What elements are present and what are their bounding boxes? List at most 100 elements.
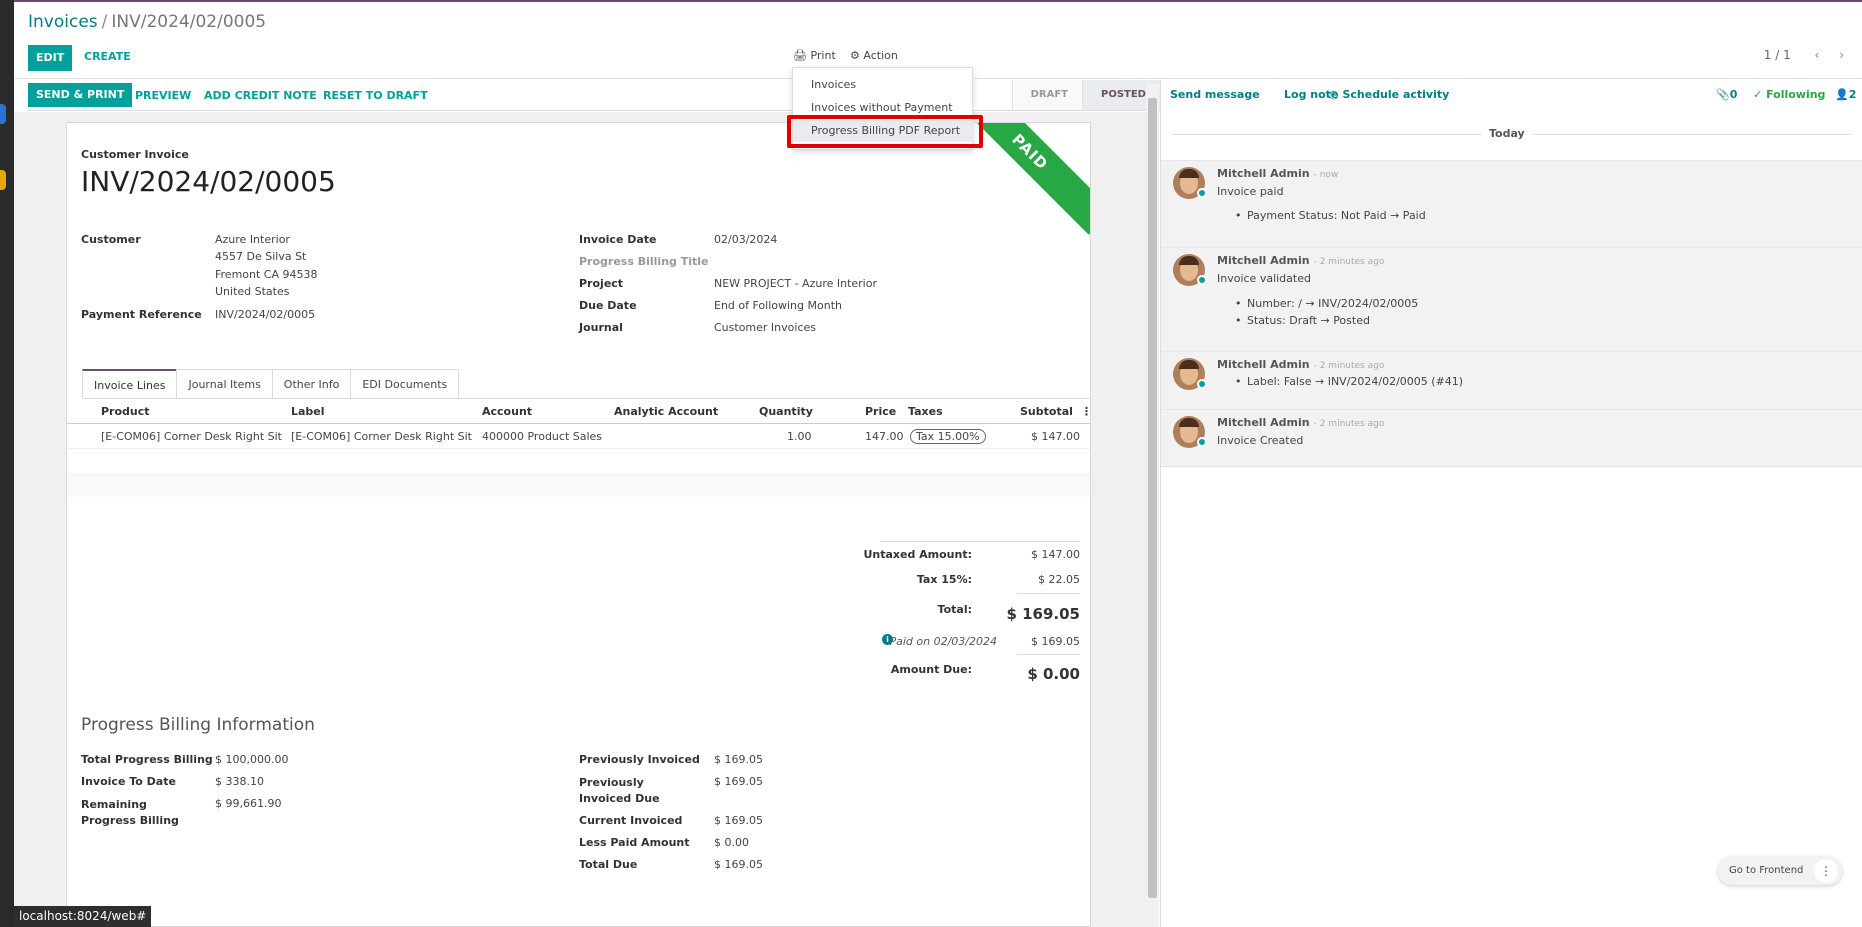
create-button[interactable]: CREATE — [84, 50, 131, 63]
address-line: United States — [215, 285, 290, 298]
attachments-count: 0 — [1729, 88, 1738, 101]
send-print-button[interactable]: SEND & PRINT — [28, 83, 133, 107]
preview-button[interactable]: PREVIEW — [135, 89, 191, 102]
column-header-taxes[interactable]: Taxes — [908, 405, 943, 418]
column-header-quantity[interactable]: Quantity — [759, 405, 813, 418]
message-author[interactable]: Mitchell Admin - 2 minutes ago — [1217, 416, 1384, 429]
progress-value: $ 169.05 — [714, 753, 763, 766]
due-date-value[interactable]: End of Following Month — [714, 299, 842, 312]
column-header-label[interactable]: Label — [291, 405, 325, 418]
highlight-box — [787, 115, 983, 148]
chatter-message: Mitchell Admin- now Invoice paid Payment… — [1161, 160, 1862, 247]
status-step-draft[interactable]: DRAFT — [1011, 80, 1082, 110]
scrollbar-thumb[interactable] — [1148, 98, 1157, 898]
schedule-activity-button[interactable]: ◷ Schedule activity — [1329, 88, 1449, 101]
online-status-icon — [1197, 188, 1207, 198]
column-header-price[interactable]: Price — [865, 405, 896, 418]
tab-invoice-lines[interactable]: Invoice Lines — [82, 369, 178, 398]
pager: 1 / 1 ‹ › — [1764, 48, 1844, 62]
tab-other-info[interactable]: Other Info — [271, 369, 352, 398]
project-label: Project — [579, 277, 624, 290]
progress-value: $ 169.05 — [714, 814, 763, 827]
more-options-icon[interactable]: ⋮ — [1814, 859, 1838, 883]
user-icon: 👤 — [1835, 88, 1849, 101]
column-header-analytic[interactable]: Analytic Account — [614, 405, 718, 418]
print-label: Print — [810, 49, 836, 62]
online-status-icon — [1197, 275, 1207, 285]
followers-button[interactable]: 👤2 — [1835, 88, 1856, 101]
payment-reference-value[interactable]: INV/2024/02/0005 — [215, 308, 315, 321]
progress-billing-title: Progress Billing Information — [81, 715, 315, 735]
edit-button[interactable]: EDIT — [28, 45, 73, 71]
status-url-tooltip: localhost:8024/web# — [14, 906, 152, 927]
message-author[interactable]: Mitchell Admin - 2 minutes ago — [1217, 358, 1384, 371]
send-message-button[interactable]: Send message — [1170, 88, 1260, 101]
reset-to-draft-button[interactable]: RESET TO DRAFT — [323, 89, 428, 102]
customer-link[interactable]: Azure Interior — [215, 233, 290, 246]
paid-amount: $ 169.05 — [1031, 635, 1080, 648]
breadcrumb-invoices-link[interactable]: Invoices — [28, 12, 98, 32]
today-label: Today — [1481, 127, 1533, 140]
paperclip-icon: 📎 — [1716, 88, 1730, 101]
tracking-value: Label: False → INV/2024/02/0005 (#41) — [1235, 375, 1463, 388]
cell-quantity: 1.00 — [787, 430, 812, 443]
payment-reference-label: Payment Reference — [81, 308, 202, 321]
column-header-product[interactable]: Product — [101, 405, 150, 418]
action-menu-toggle[interactable]: ⚙ Action — [850, 49, 898, 62]
invoice-sheet: PAID Customer Invoice INV/2024/02/0005 C… — [66, 122, 1091, 927]
menu-item-invoices[interactable]: Invoices — [793, 74, 974, 96]
chatter-message: Mitchell Admin - 2 minutes ago Invoice va… — [1161, 247, 1862, 351]
go-to-frontend-button[interactable]: Go to Frontend — [1729, 865, 1803, 876]
due-date-label: Due Date — [579, 299, 637, 312]
breadcrumb-separator: / — [101, 12, 108, 32]
cell-account: 400000 Product Sales — [482, 430, 603, 443]
message-author[interactable]: Mitchell Admin - now — [1217, 167, 1338, 180]
progress-value: $ 169.05 — [714, 775, 763, 788]
progress-value: $ 100,000.00 — [215, 753, 289, 766]
chatter-topbar: Send message Log note ◷ Schedule activit… — [1161, 80, 1862, 110]
add-credit-note-button[interactable]: ADD CREDIT NOTE — [204, 89, 317, 102]
go-to-frontend-widget: Go to Frontend ⋮ — [1718, 857, 1842, 885]
dock-app-icon[interactable] — [0, 104, 6, 124]
totals-divider — [880, 541, 1080, 542]
progress-label: Invoice To Date — [81, 775, 176, 788]
chevron-right-icon[interactable]: › — [1839, 48, 1844, 62]
amount-due-label: Amount Due: — [890, 663, 972, 676]
project-link[interactable]: NEW PROJECT - Azure Interior — [714, 277, 877, 290]
chatter-message: Mitchell Admin- 2 minutes ago Label: Fal… — [1161, 351, 1862, 409]
message-time: - 2 minutes ago — [1313, 361, 1385, 371]
pager-value: 1 / 1 — [1763, 48, 1791, 62]
tax-badge: Tax 15.00% — [910, 429, 986, 444]
following-button[interactable]: ✓ Following — [1753, 88, 1825, 101]
journal-link[interactable]: Customer Invoices — [714, 321, 816, 334]
status-steps: DRAFT POSTED — [1011, 80, 1160, 110]
progress-label: Current Invoiced — [579, 814, 683, 827]
message-author[interactable]: Mitchell Admin - 2 minutes ago — [1217, 254, 1384, 267]
optional-columns-icon[interactable]: ⋮ — [1081, 405, 1090, 418]
message-body: Invoice validated — [1217, 272, 1311, 285]
attachments-button[interactable]: 📎0 — [1716, 88, 1737, 101]
schedule-activity-label: Schedule activity — [1342, 88, 1450, 101]
progress-value: $ 169.05 — [714, 858, 763, 871]
tab-journal-items[interactable]: Journal Items — [176, 369, 273, 398]
chevron-left-icon[interactable]: ‹ — [1815, 48, 1820, 62]
progress-label: Total Due — [579, 858, 638, 871]
tab-edi-documents[interactable]: EDI Documents — [350, 369, 460, 398]
journal-label: Journal — [579, 321, 623, 334]
message-time: - 2 minutes ago — [1313, 419, 1385, 429]
tracking-value: Number: / → INV/2024/02/0005 — [1235, 297, 1418, 310]
invoice-date-value[interactable]: 02/03/2024 — [714, 233, 777, 246]
check-icon: ✓ — [1753, 88, 1763, 101]
column-header-subtotal[interactable]: Subtotal — [1020, 405, 1073, 418]
progress-label: Less Paid Amount — [579, 836, 690, 849]
column-header-account[interactable]: Account — [482, 405, 532, 418]
form-scrollbar[interactable] — [1146, 84, 1159, 927]
print-menu-toggle[interactable]: 🖨 Print — [793, 49, 836, 62]
amount-due-value: $ 0.00 — [1027, 665, 1080, 683]
paid-on-label: Paid on 02/03/2024 — [889, 635, 997, 648]
progress-billing-title-label: Progress Billing Title — [579, 255, 709, 268]
dock-app-icon[interactable] — [0, 170, 6, 190]
lines-table-header: Product Label Account Analytic Account Q… — [67, 400, 1090, 424]
message-body: Invoice Created — [1217, 434, 1304, 447]
table-row[interactable]: [E-COM06] Corner Desk Right Sit [E-COM06… — [67, 425, 1090, 449]
